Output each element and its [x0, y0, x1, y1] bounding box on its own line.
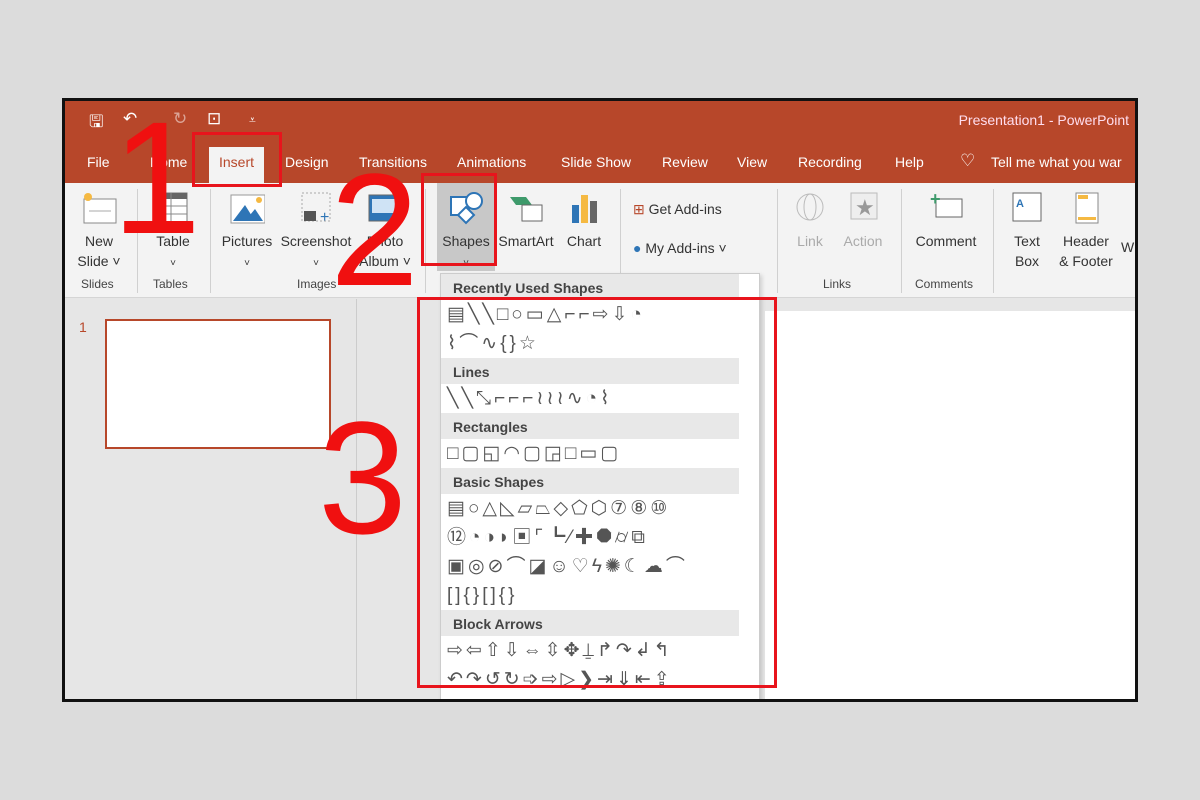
slide-canvas[interactable]: [765, 311, 1135, 699]
group-links: Links: [823, 277, 852, 291]
get-addins-button[interactable]: ⊞ Get Add-ins: [633, 199, 722, 219]
group-slides: Slides: [81, 277, 114, 291]
tab-design[interactable]: Design: [285, 154, 329, 170]
link-button[interactable]: Link: [789, 191, 831, 251]
annotation-step-1: 1: [112, 88, 201, 267]
chart-icon: [572, 195, 597, 223]
shape-row[interactable]: ✚✜↺: [441, 694, 759, 699]
smartart-icon: [510, 197, 543, 222]
tab-review[interactable]: Review: [662, 154, 708, 170]
annotation-step-3: 3: [318, 388, 407, 567]
my-addins-button[interactable]: ● My Add-ins ˅: [633, 238, 727, 258]
pictures-icon: [230, 194, 265, 224]
comment-icon: +: [930, 191, 963, 218]
window-title: Presentation1 - PowerPoint: [958, 112, 1129, 128]
svg-text:A: A: [1016, 198, 1024, 210]
present-icon[interactable]: ⊡: [207, 109, 221, 129]
tab-slide-show[interactable]: Slide Show: [561, 154, 631, 170]
action-star-icon: ★: [850, 192, 878, 220]
action-button[interactable]: ★ Action: [837, 191, 889, 251]
wordart-button-cut[interactable]: W: [1121, 237, 1134, 257]
highlight-shapes-gallery: [417, 297, 777, 688]
tab-view[interactable]: View: [737, 154, 767, 170]
tab-file[interactable]: File: [87, 154, 110, 170]
customize-qat-icon[interactable]: ⩡: [249, 113, 256, 128]
tab-animations[interactable]: Animations: [457, 154, 526, 170]
comment-button[interactable]: + Comment: [911, 191, 981, 251]
header-footer-button[interactable]: Header & Footer: [1053, 191, 1119, 271]
link-globe-icon: [796, 193, 824, 221]
screenshot-icon: +: [301, 192, 331, 225]
smartart-button[interactable]: SmartArt: [495, 191, 557, 251]
tab-help[interactable]: Help: [895, 154, 924, 170]
addins-icon: ●: [633, 240, 642, 256]
group-comments: Comments: [915, 277, 974, 291]
text-box-button[interactable]: A Text Box: [1005, 191, 1049, 271]
annotation-step-2: 2: [330, 140, 419, 319]
tell-me-search[interactable]: Tell me what you war: [991, 154, 1122, 170]
group-tables: Tables: [153, 277, 188, 291]
slide-number: 1: [79, 319, 87, 335]
tab-recording[interactable]: Recording: [798, 154, 862, 170]
store-icon: ⊞: [633, 201, 645, 217]
pictures-button[interactable]: Pictures ˅: [217, 191, 277, 274]
highlight-insert-tab: [192, 132, 282, 187]
save-icon[interactable]: 🖫: [89, 109, 103, 138]
slide-thumbnail-pane: 1: [65, 299, 357, 699]
chart-button[interactable]: Chart: [559, 191, 609, 251]
header-footer-icon: [1075, 192, 1099, 224]
slide-thumbnail[interactable]: [105, 319, 331, 449]
highlight-shapes-button: [421, 173, 497, 266]
svg-text:+: +: [320, 209, 329, 225]
svg-text:+: +: [930, 191, 941, 209]
text-box-icon: A: [1012, 192, 1042, 222]
lightbulb-icon: ♡: [960, 151, 976, 170]
svg-text:★: ★: [855, 195, 875, 220]
